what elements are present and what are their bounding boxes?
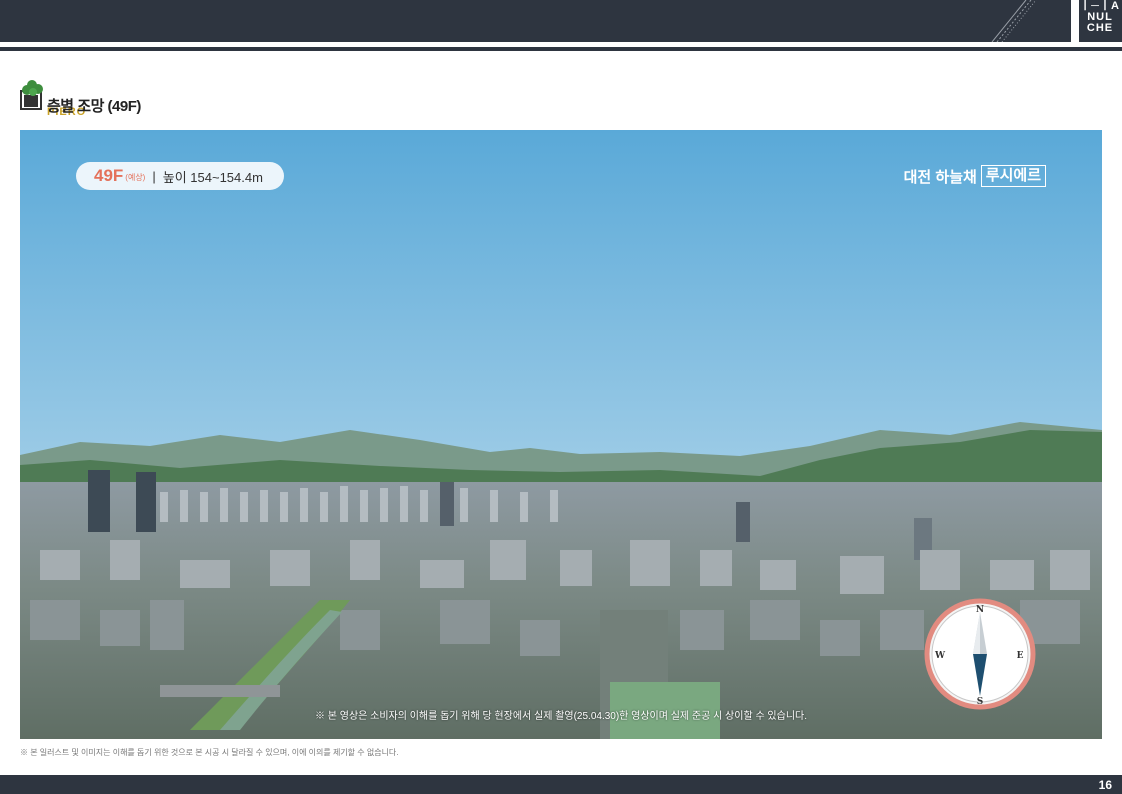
header-divider — [0, 47, 1122, 51]
floor-separator: | — [152, 168, 156, 184]
compass-w: W — [934, 651, 946, 661]
brand-logo: ㅣ─ㅣA NUL CHE — [1080, 1, 1120, 41]
section-title: 층별 조망 (49F) — [47, 98, 141, 115]
floor-note: (예상) — [125, 172, 146, 182]
video-disclaimer: ※ 본 영상은 소비자의 이해를 돕기 위해 당 현장에서 실제 촬영(25.0… — [315, 711, 807, 722]
compass-s: S — [977, 697, 984, 707]
decorative-slash-lines — [991, 0, 1037, 42]
aerial-view-photo: 49F (예상) | 높이 154~154.4m 대전 하늘채 루시에르 N S… — [20, 130, 1102, 739]
section-header: PIERO 층별 조망 (49F) — [20, 78, 420, 118]
compass-n: N — [976, 605, 984, 615]
floor-number: 49F — [94, 166, 124, 185]
bottom-bar: 16 — [0, 775, 1122, 794]
brand-watermark: 대전 하늘채 루시에르 — [904, 165, 1046, 187]
footnote: ※ 본 일러스트 및 이미지는 이해를 돕기 위한 것으로 본 시공 시 달라질… — [20, 748, 399, 757]
page-number: 16 — [1098, 778, 1112, 792]
floor-height: 높이 154~154.4m — [162, 169, 263, 185]
watermark-sub: 루시에르 — [980, 165, 1046, 187]
brand-logo-line-3: CHE — [1086, 22, 1114, 34]
top-bar — [0, 0, 1122, 42]
floor-height-badge: 49F (예상) | 높이 154~154.4m — [76, 162, 284, 190]
compass-e: E — [1017, 651, 1024, 661]
compass-icon: N S E W — [924, 598, 1036, 710]
watermark-name: 대전 하늘채 — [903, 168, 977, 186]
